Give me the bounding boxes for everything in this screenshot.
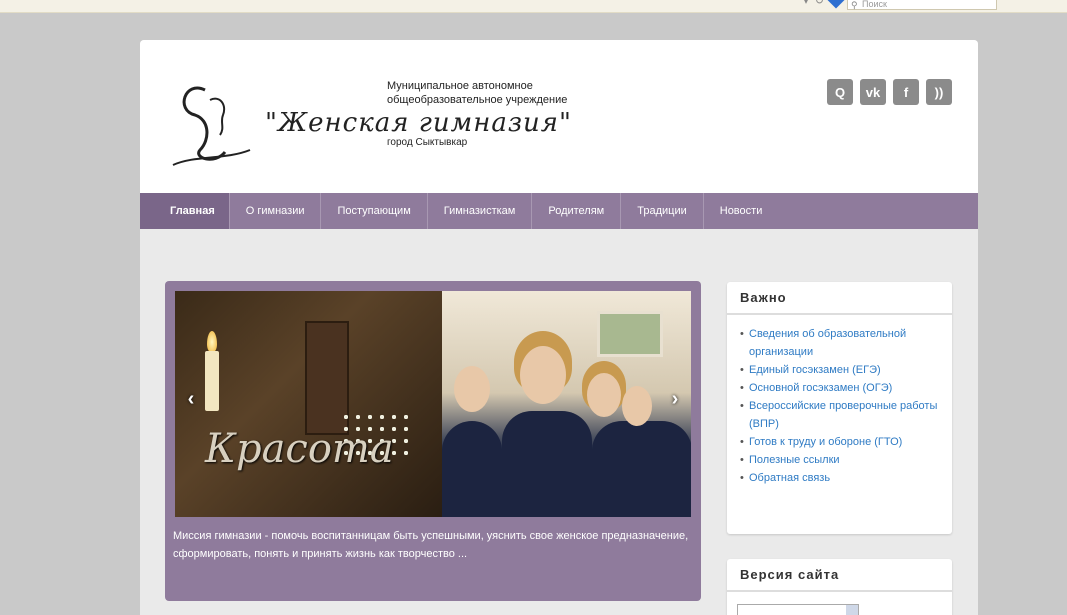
window-shape bbox=[597, 311, 663, 357]
social-links: Q vk f )) bbox=[827, 79, 952, 105]
image-slider: Красота ‹ › Миссия гимназии - помочь вос… bbox=[165, 281, 701, 601]
facebook-icon[interactable]: f bbox=[893, 79, 919, 105]
version-widget: Версия сайта bbox=[727, 559, 952, 615]
slider-next-arrow-icon[interactable]: › bbox=[663, 387, 687, 411]
browser-search-input[interactable]: ⚲ Поиск bbox=[847, 0, 997, 10]
site-header: Муниципальное автономное общеобразовател… bbox=[140, 40, 978, 193]
chevron-down-icon[interactable] bbox=[846, 605, 858, 615]
flame-shape bbox=[207, 331, 217, 353]
version-title: Версия сайта bbox=[727, 559, 952, 592]
nav-item-home[interactable]: Главная bbox=[140, 193, 230, 229]
slide-description: Миссия гимназии - помочь воспитанницам б… bbox=[173, 530, 689, 560]
version-select[interactable] bbox=[737, 604, 859, 615]
site-logo[interactable]: Муниципальное автономное общеобразовател… bbox=[165, 70, 625, 170]
page-container: Муниципальное автономное общеобразовател… bbox=[140, 40, 978, 615]
nav-item-traditions[interactable]: Традиции bbox=[621, 193, 704, 229]
main-nav: Главная О гимназии Поступающим Гимназист… bbox=[140, 193, 978, 229]
list-item[interactable]: Основной госэкзамен (ОГЭ) bbox=[740, 379, 940, 397]
slide-photo-candle: Красота bbox=[175, 291, 442, 517]
org-line-1: Муниципальное автономное bbox=[387, 80, 533, 92]
browser-logo-icon[interactable] bbox=[827, 0, 845, 8]
list-item[interactable]: Единый госэкзамен (ЕГЭ) bbox=[740, 361, 940, 379]
vk-icon[interactable]: vk bbox=[860, 79, 886, 105]
logo-silhouette-icon bbox=[172, 86, 251, 166]
dropdown-icon[interactable]: ▾ bbox=[803, 0, 809, 7]
search-icon: ⚲ bbox=[851, 0, 858, 10]
list-item[interactable]: Полезные ссылки bbox=[740, 451, 940, 469]
student-figure bbox=[502, 411, 592, 517]
slide-photo-students bbox=[442, 291, 691, 517]
search-icon[interactable]: Q bbox=[827, 79, 853, 105]
nav-item-applicants[interactable]: Поступающим bbox=[321, 193, 428, 229]
important-widget: Важно Сведения об образовательной органи… bbox=[727, 282, 952, 534]
list-item[interactable]: Сведения об образовательной организации bbox=[740, 325, 940, 361]
rss-icon[interactable]: )) bbox=[926, 79, 952, 105]
city-label: город Сыктывкар bbox=[387, 137, 468, 148]
slide-image[interactable]: Красота bbox=[175, 291, 691, 517]
list-item[interactable]: Обратная связь bbox=[740, 469, 940, 487]
browser-toolbar: ▾ ↻ ⚲ Поиск bbox=[0, 0, 1067, 13]
important-links: Сведения об образовательной организации … bbox=[727, 315, 952, 499]
student-face bbox=[454, 366, 490, 412]
list-item[interactable]: Готов к труду и обороне (ГТО) bbox=[740, 433, 940, 451]
site-title: "Женская гимназия" bbox=[265, 108, 572, 138]
nav-item-about[interactable]: О гимназии bbox=[230, 193, 322, 229]
nav-item-parents[interactable]: Родителям bbox=[532, 193, 622, 229]
slide-caption: Красота bbox=[205, 426, 394, 472]
student-figure bbox=[442, 421, 502, 517]
important-title: Важно bbox=[727, 282, 952, 315]
search-placeholder: Поиск bbox=[862, 0, 887, 9]
student-face bbox=[587, 373, 621, 417]
candle-shape bbox=[205, 351, 219, 411]
org-line-2: общеобразовательное учреждение bbox=[387, 94, 568, 106]
browser-buttons: ▾ ↻ bbox=[803, 0, 845, 8]
nav-item-news[interactable]: Новости bbox=[704, 193, 779, 229]
student-face bbox=[622, 386, 652, 426]
list-item[interactable]: Всероссийские проверочные работы (ВПР) bbox=[740, 397, 940, 433]
slider-prev-arrow-icon[interactable]: ‹ bbox=[179, 387, 203, 411]
nav-item-students[interactable]: Гимназисткам bbox=[428, 193, 533, 229]
student-face bbox=[520, 346, 566, 404]
student-figure bbox=[592, 421, 691, 517]
reload-icon[interactable]: ↻ bbox=[815, 0, 824, 7]
